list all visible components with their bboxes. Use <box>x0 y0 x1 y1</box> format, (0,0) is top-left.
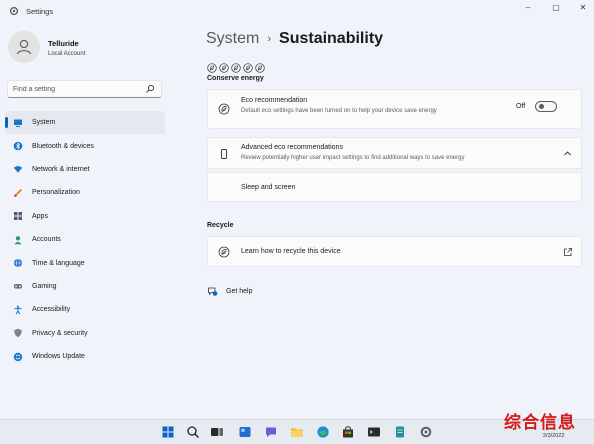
accounts-icon <box>13 235 23 245</box>
terminal-icon[interactable] <box>367 425 381 439</box>
sidebar-item-label: Accounts <box>32 236 61 244</box>
title-bar: Settings – ▢ ✕ <box>0 0 594 22</box>
sidebar-item-gaming[interactable]: Gaming <box>5 275 165 298</box>
eco-recommendation-description: Default eco settings have been turned on… <box>241 108 437 114</box>
user-icon <box>16 39 32 55</box>
sidebar-item-personalization[interactable]: Personalization <box>5 181 165 204</box>
page-title: Sustainability <box>279 30 384 47</box>
store-icon[interactable] <box>341 425 355 439</box>
search-input[interactable] <box>13 84 143 95</box>
sidebar-item-label: Gaming <box>32 282 57 290</box>
sidebar-item-time-language[interactable]: Time & language <box>5 251 165 274</box>
sidebar-item-label: Privacy & security <box>32 329 88 337</box>
chat-icon[interactable] <box>264 425 278 439</box>
profile-name[interactable]: Telluride <box>48 39 79 48</box>
search-box[interactable] <box>7 80 162 98</box>
sidebar-nav: System Bluetooth & devices Network & int… <box>5 111 165 368</box>
leaf-icon <box>231 63 241 73</box>
brush-icon <box>13 188 23 198</box>
recycle-leaf-icon <box>218 246 230 258</box>
chevron-up-icon[interactable] <box>563 149 572 158</box>
gamepad-icon <box>13 281 23 291</box>
breadcrumb-parent[interactable]: System <box>206 30 259 48</box>
sidebar-item-bluetooth[interactable]: Bluetooth & devices <box>5 134 165 157</box>
eco-recommendation-card[interactable]: Eco recommendation Default eco settings … <box>207 89 582 129</box>
sidebar-item-label: Accessibility <box>32 306 71 314</box>
search-icon[interactable] <box>186 425 200 439</box>
sidebar-item-label: Personalization <box>32 189 80 197</box>
advanced-eco-card[interactable]: Advanced eco recommendations Review pote… <box>207 137 582 169</box>
update-icon <box>13 352 23 362</box>
start-icon[interactable] <box>161 425 175 439</box>
task-view-icon[interactable] <box>210 425 224 439</box>
breadcrumb: System › Sustainability <box>206 30 383 48</box>
file-explorer-icon[interactable] <box>290 425 304 439</box>
sidebar-item-label: Windows Update <box>32 353 85 361</box>
external-link-icon[interactable] <box>563 247 573 257</box>
system-icon <box>13 118 23 128</box>
eco-recommendation-title: Eco recommendation <box>241 97 308 104</box>
accessibility-icon <box>13 305 23 315</box>
recycle-card[interactable]: Learn how to recycle this device <box>207 236 582 267</box>
search-icon[interactable] <box>145 84 155 94</box>
help-chat-icon <box>208 287 218 296</box>
globe-icon <box>13 258 23 268</box>
sidebar-item-privacy-security[interactable]: Privacy & security <box>5 322 165 345</box>
notepad-icon[interactable] <box>393 425 407 439</box>
close-button[interactable]: ✕ <box>575 2 591 14</box>
window-title: Settings <box>26 7 54 16</box>
eco-leaf-icon <box>218 103 230 115</box>
avatar[interactable] <box>8 31 40 63</box>
clock-date[interactable]: 2/3/2022 <box>543 433 564 439</box>
section-heading-conserve-energy: Conserve energy <box>207 75 264 82</box>
section-heading-recycle: Recycle <box>207 222 234 229</box>
leaf-icon <box>255 63 265 73</box>
toggle-knob <box>538 104 544 109</box>
recycle-link-label: Learn how to recycle this device <box>241 248 341 255</box>
sidebar-item-accessibility[interactable]: Accessibility <box>5 298 165 321</box>
eco-leaf-icons <box>207 63 265 73</box>
get-help-label: Get help <box>226 288 253 295</box>
sidebar-item-apps[interactable]: Apps <box>5 205 165 228</box>
sidebar-item-accounts[interactable]: Accounts <box>5 228 165 251</box>
sidebar-item-label: Network & internet <box>32 165 90 173</box>
minimize-button[interactable]: – <box>520 2 536 14</box>
widgets-icon[interactable] <box>238 425 252 439</box>
settings-app-icon <box>9 6 19 16</box>
profile-account-type: Local Account <box>48 51 86 57</box>
bluetooth-icon <box>13 141 23 151</box>
sidebar-item-label: System <box>32 119 56 127</box>
leaf-icon <box>207 63 217 73</box>
breadcrumb-separator: › <box>267 33 272 45</box>
sidebar-item-network[interactable]: Network & internet <box>5 158 165 181</box>
leaf-icon <box>243 63 253 73</box>
settings-icon[interactable] <box>419 425 433 439</box>
sleep-and-screen-label: Sleep and screen <box>241 184 296 191</box>
advanced-eco-title: Advanced eco recommendations <box>241 144 343 151</box>
sidebar-item-label: Time & language <box>32 259 85 267</box>
eco-recommendation-toggle[interactable] <box>535 101 557 112</box>
leaf-icon <box>219 63 229 73</box>
watermark: 综合信息 <box>504 413 576 433</box>
sidebar-item-label: Bluetooth & devices <box>32 142 94 150</box>
get-help-link[interactable]: Get help <box>207 286 252 297</box>
sidebar-item-system[interactable]: System <box>5 111 165 135</box>
edge-icon[interactable] <box>316 425 330 439</box>
maximize-button[interactable]: ▢ <box>548 2 564 14</box>
sleep-and-screen-item[interactable]: Sleep and screen <box>207 172 582 202</box>
wifi-icon <box>13 164 23 174</box>
sidebar-item-windows-update[interactable]: Windows Update <box>5 345 165 368</box>
sidebar-item-label: Apps <box>32 212 48 220</box>
apps-icon <box>13 211 23 221</box>
advanced-eco-description: Review potentially higher user impact se… <box>241 155 465 161</box>
device-icon <box>221 149 227 159</box>
eco-toggle-state: Off <box>516 103 526 110</box>
shield-icon <box>13 328 23 338</box>
